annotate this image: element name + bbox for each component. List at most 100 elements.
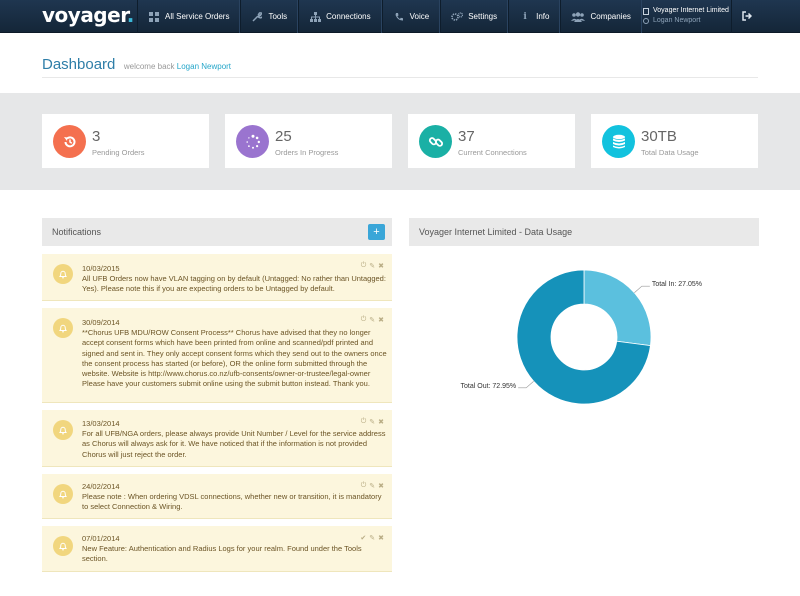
notification-actions: ⏻ ✎ ✖ (361, 418, 384, 426)
stat-card-current-connections[interactable]: 37 Current Connections (408, 114, 575, 168)
logout-button[interactable] (731, 0, 761, 33)
donut-chart-svg (516, 269, 652, 405)
notification-item: ⏻ ✎ ✖ 10/03/2015 All UFB Orders now have V… (42, 254, 392, 301)
welcome-text: welcome back Logan Newport (123, 62, 232, 71)
building-icon (643, 7, 649, 15)
nav-label: All Service Orders (165, 12, 230, 21)
stat-value: 3 (92, 128, 101, 145)
notification-actions: ⏻ ✎ ✖ (361, 262, 384, 270)
stat-card-orders-in-progress[interactable]: 25 Orders In Progress (225, 114, 392, 168)
voyager-logo[interactable]: voyager. (42, 3, 134, 27)
bell-icon (53, 318, 73, 338)
notification-item: ⏻ ✎ ✖ 30/09/2014 **Chorus UFB MDU/ROW Cons… (42, 308, 392, 403)
nav-voice[interactable]: Voice (381, 0, 441, 33)
page-title: Dashboard (42, 56, 116, 73)
stat-value: 30TB (641, 128, 677, 145)
notification-date: 13/03/2014 (82, 419, 120, 428)
bell-icon (53, 420, 73, 440)
close-icon[interactable]: ✖ (378, 534, 384, 542)
grid-icon (148, 11, 160, 23)
nav-label: Connections (326, 12, 371, 21)
notification-date: 07/01/2014 (82, 534, 120, 543)
usage-panel-header: Voyager Internet Limited - Data Usage (409, 218, 759, 246)
account-user: Logan Newport (653, 17, 701, 24)
nav-all-service-orders[interactable]: All Service Orders (137, 0, 241, 33)
stats-band: 3 Pending Orders 25 Orders In Progress 3… (0, 93, 800, 190)
chart-label-total-in: Total In: 27.05% (651, 281, 703, 289)
nav-info[interactable]: i Info (508, 0, 561, 33)
stat-label: Current Connections (458, 148, 527, 157)
sitemap-icon (309, 11, 321, 23)
notification-actions: ✔ ✎ ✖ (360, 534, 384, 542)
account-company: Voyager Internet Limited (653, 7, 729, 14)
bell-icon (53, 536, 73, 556)
notification-item: ⏻ ✎ ✖ 13/03/2014 For all UFB/NGA orders, p… (42, 410, 392, 467)
edit-icon[interactable]: ✎ (369, 482, 375, 490)
notification-date: 30/09/2014 (82, 318, 120, 327)
notification-date: 10/03/2015 (82, 264, 120, 273)
close-icon[interactable]: ✖ (378, 262, 384, 270)
check-icon[interactable]: ✔ (360, 534, 366, 542)
stat-value: 25 (275, 128, 292, 145)
close-icon[interactable]: ✖ (378, 418, 384, 426)
leader-line (634, 285, 650, 293)
notification-text: Please note : When ordering VDSL connect… (82, 492, 382, 512)
nav-label: Tools (268, 12, 288, 21)
edit-icon[interactable]: ✎ (369, 418, 375, 426)
spinner-icon (236, 125, 269, 158)
nav-tools[interactable]: Tools (240, 0, 299, 33)
data-usage-chart: Total In: 27.05% Total Out: 72.95% (409, 246, 759, 446)
leader-line (518, 381, 534, 389)
power-icon[interactable]: ⏻ (361, 482, 367, 490)
bell-icon (53, 264, 73, 284)
phone-icon (393, 11, 405, 23)
power-icon[interactable]: ⏻ (361, 262, 367, 270)
users-icon (571, 11, 586, 23)
page-header: Dashboard welcome back Logan Newport (42, 56, 758, 78)
power-icon[interactable]: ⏻ (361, 418, 367, 426)
notifications-panel-header: Notifications (42, 218, 392, 246)
notification-item: ✔ ✎ ✖ 07/01/2014 New Feature: Authenticati… (42, 526, 392, 572)
stat-value: 37 (458, 128, 475, 145)
notification-text: For all UFB/NGA orders, please always pr… (82, 429, 386, 459)
usage-panel-title: Voyager Internet Limited - Data Usage (419, 227, 573, 237)
edit-icon[interactable]: ✎ (369, 534, 375, 542)
account-menu[interactable]: Voyager Internet Limited Logan Newport (643, 6, 729, 26)
notification-text: All UFB Orders now have VLAN tagging on … (82, 274, 386, 294)
donut-slice-total-in[interactable] (583, 269, 652, 347)
edit-icon[interactable]: ✎ (369, 262, 375, 270)
close-icon[interactable]: ✖ (378, 482, 384, 490)
nav-label: Companies (590, 12, 631, 21)
close-icon[interactable]: ✖ (378, 316, 384, 324)
add-notification-button[interactable]: + (368, 224, 385, 240)
nav-label: Voice (409, 12, 430, 21)
stat-label: Pending Orders (92, 148, 145, 157)
main-nav: All Service Orders Tools Connections Voi… (137, 0, 642, 33)
nav-connections[interactable]: Connections (298, 0, 382, 33)
chart-label-total-out: Total Out: 72.95% (460, 382, 517, 390)
gears-icon (451, 11, 464, 23)
link-icon (419, 125, 452, 158)
nav-label: Settings (468, 12, 498, 21)
notification-actions: ⏻ ✎ ✖ (361, 316, 384, 324)
welcome-user-link[interactable]: Logan Newport (177, 62, 231, 71)
nav-companies[interactable]: Companies (560, 0, 642, 33)
stat-card-pending-orders[interactable]: 3 Pending Orders (42, 114, 209, 168)
top-navbar: voyager. All Service Orders Tools Connec… (0, 0, 800, 33)
stat-card-total-data-usage[interactable]: 30TB Total Data Usage (591, 114, 758, 168)
nav-label: Info (536, 12, 550, 21)
edit-icon[interactable]: ✎ (369, 316, 375, 324)
sign-out-icon (741, 8, 752, 26)
wrench-icon (251, 11, 263, 23)
power-icon[interactable]: ⏻ (361, 316, 367, 324)
notification-date: 24/02/2014 (82, 482, 120, 491)
notification-item: ⏻ ✎ ✖ 24/02/2014 Please note : When orderi… (42, 474, 392, 519)
info-icon: i (523, 11, 527, 22)
stat-label: Orders In Progress (275, 148, 339, 157)
nav-settings[interactable]: Settings (440, 0, 509, 33)
notifications-title: Notifications (52, 227, 102, 237)
refresh-icon (53, 125, 86, 158)
notification-text: New Feature: Authentication and Radius L… (82, 544, 362, 564)
database-icon (602, 125, 635, 158)
user-icon (643, 18, 649, 24)
